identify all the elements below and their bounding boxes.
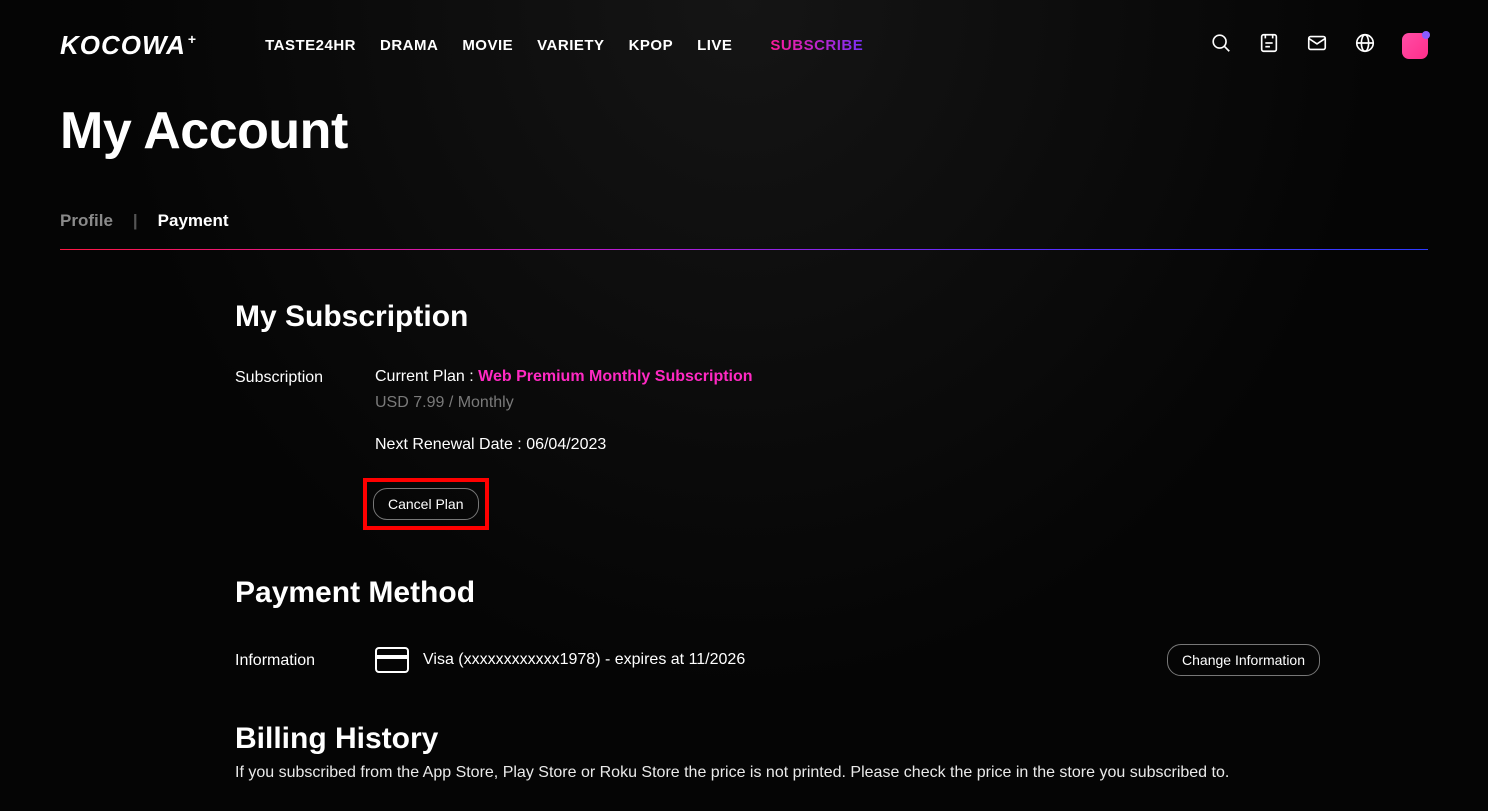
nav-movie[interactable]: MOVIE bbox=[462, 37, 513, 54]
account-tabs: Profile | Payment bbox=[60, 211, 1428, 231]
subscription-row: Subscription Current Plan : Web Premium … bbox=[235, 368, 1320, 530]
header: KOCOWA+ TASTE24HR DRAMA MOVIE VARIETY KP… bbox=[0, 0, 1488, 81]
nav-drama[interactable]: DRAMA bbox=[380, 37, 438, 54]
avatar[interactable] bbox=[1402, 33, 1428, 59]
header-right bbox=[1210, 32, 1428, 59]
plan-name: Web Premium Monthly Subscription bbox=[478, 368, 752, 385]
my-list-icon[interactable] bbox=[1258, 32, 1280, 59]
change-information-button[interactable]: Change Information bbox=[1167, 644, 1320, 676]
current-plan-line: Current Plan : Web Premium Monthly Subsc… bbox=[375, 368, 1320, 386]
payment-body: Visa (xxxxxxxxxxxx1978) - expires at 11/… bbox=[375, 644, 1320, 676]
section-title-billing: Billing History bbox=[235, 722, 1320, 756]
mail-icon[interactable] bbox=[1306, 32, 1328, 59]
credit-card-icon bbox=[375, 647, 409, 673]
tab-profile[interactable]: Profile bbox=[60, 211, 113, 231]
logo-plus: + bbox=[188, 31, 197, 47]
tab-payment[interactable]: Payment bbox=[158, 211, 229, 231]
globe-icon[interactable] bbox=[1354, 32, 1376, 59]
page: My Account Profile | Payment My Subscrip… bbox=[0, 101, 1488, 782]
current-plan-label: Current Plan : bbox=[375, 368, 478, 385]
cancel-highlight: Cancel Plan bbox=[363, 478, 489, 530]
nav-kpop[interactable]: KPOP bbox=[629, 37, 674, 54]
logo-text: KOCOWA bbox=[60, 30, 186, 60]
section-title-subscription: My Subscription bbox=[235, 300, 1320, 334]
card-text: Visa (xxxxxxxxxxxx1978) - expires at 11/… bbox=[423, 651, 745, 669]
renewal-date: 06/04/2023 bbox=[526, 436, 606, 453]
search-icon[interactable] bbox=[1210, 32, 1232, 59]
tab-divider: | bbox=[133, 211, 138, 231]
page-title: My Account bbox=[60, 101, 1428, 161]
logo[interactable]: KOCOWA+ bbox=[60, 30, 195, 61]
change-info-wrap: Change Information bbox=[1167, 644, 1320, 676]
subscription-body: Current Plan : Web Premium Monthly Subsc… bbox=[375, 368, 1320, 530]
plan-price: USD 7.99 / Monthly bbox=[375, 394, 1320, 412]
cancel-plan-button[interactable]: Cancel Plan bbox=[373, 488, 479, 520]
subscription-label: Subscription bbox=[235, 368, 355, 387]
nav-subscribe[interactable]: SUBSCRIBE bbox=[770, 37, 863, 54]
content: My Subscription Subscription Current Pla… bbox=[60, 250, 1320, 782]
payment-label: Information bbox=[235, 651, 355, 670]
nav-live[interactable]: LIVE bbox=[697, 37, 732, 54]
nav-taste24hr[interactable]: TASTE24HR bbox=[265, 37, 356, 54]
section-title-payment: Payment Method bbox=[235, 576, 1320, 610]
nav-variety[interactable]: VARIETY bbox=[537, 37, 604, 54]
renewal-line: Next Renewal Date : 06/04/2023 bbox=[375, 436, 1320, 454]
billing-description: If you subscribed from the App Store, Pl… bbox=[235, 764, 1320, 782]
main-nav: TASTE24HR DRAMA MOVIE VARIETY KPOP LIVE … bbox=[265, 37, 863, 54]
renewal-label: Next Renewal Date : bbox=[375, 436, 526, 453]
payment-row: Information Visa (xxxxxxxxxxxx1978) - ex… bbox=[235, 644, 1320, 676]
